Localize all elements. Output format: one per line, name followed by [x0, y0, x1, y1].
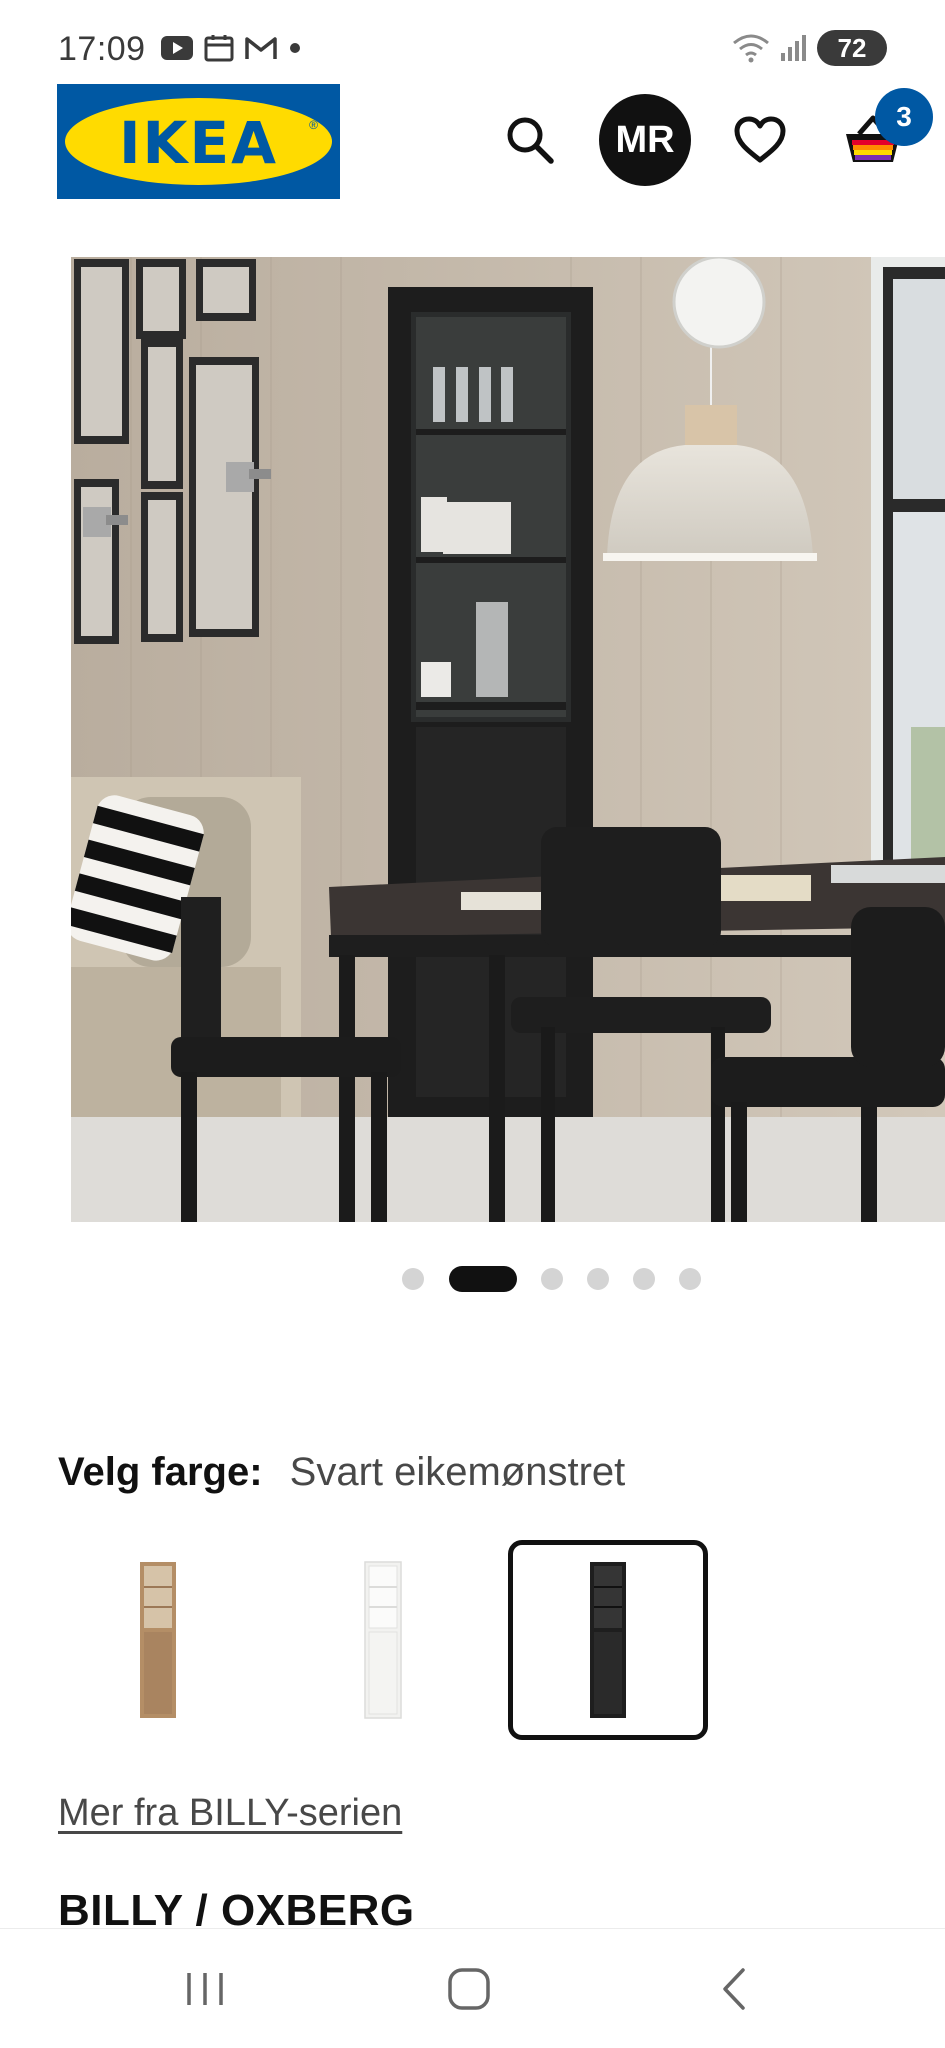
home-icon — [448, 1968, 490, 2010]
cart-count-badge: 3 — [875, 88, 933, 146]
color-option-black[interactable] — [508, 1540, 708, 1740]
app-header: IKEA ® MR 3 — [0, 80, 945, 210]
dining-room-photo — [71, 257, 945, 1222]
color-option-oak[interactable] — [58, 1540, 258, 1740]
color-selector-heading: Velg farge: Svart eikemønstret — [58, 1448, 625, 1496]
carousel-dot[interactable] — [587, 1268, 609, 1290]
ikea-logo[interactable]: IKEA ® — [57, 84, 340, 199]
calendar-icon — [204, 35, 234, 62]
bookcase-white-thumbnail — [364, 1561, 402, 1719]
avatar: MR — [599, 94, 691, 186]
wifi-icon — [733, 34, 769, 63]
carousel-dot[interactable] — [679, 1268, 701, 1290]
selected-color-value: Svart eikemønstret — [289, 1450, 626, 1494]
carousel-dot-active[interactable] — [449, 1266, 517, 1292]
cart-button[interactable]: 3 — [827, 88, 933, 186]
notification-icons — [160, 34, 302, 62]
status-bar: 17:09 72 — [0, 0, 945, 80]
series-link[interactable]: Mer fra BILLY-serien — [58, 1792, 402, 1835]
home-button[interactable] — [429, 1959, 509, 2019]
color-label: Velg farge: — [58, 1450, 263, 1494]
search-button[interactable] — [484, 94, 576, 186]
favorites-button[interactable] — [714, 94, 806, 186]
bookcase-black-thumbnail — [590, 1562, 626, 1718]
search-icon — [507, 117, 554, 164]
system-icons: 72 — [731, 30, 887, 66]
logo-registered-mark: ® — [309, 118, 318, 132]
logo-text: IKEA — [118, 109, 279, 177]
back-icon — [723, 1968, 745, 2010]
heart-icon — [734, 116, 786, 163]
profile-button[interactable]: MR — [599, 94, 691, 186]
recents-icon — [187, 1973, 223, 2005]
color-option-white[interactable] — [283, 1540, 483, 1740]
dot-icon — [290, 43, 300, 53]
carousel-dot[interactable] — [402, 1268, 424, 1290]
signal-icon — [781, 35, 806, 61]
recents-button[interactable] — [165, 1959, 245, 2019]
battery-icon: 72 — [817, 30, 887, 66]
gmail-icon — [245, 37, 277, 59]
status-time: 17:09 — [58, 30, 146, 68]
carousel-dot[interactable] — [633, 1268, 655, 1290]
carousel-dot[interactable] — [541, 1268, 563, 1290]
back-button[interactable] — [694, 1959, 774, 2019]
product-image[interactable] — [71, 257, 945, 1222]
system-navigation-bar — [0, 1928, 945, 2048]
bookcase-oak-thumbnail — [140, 1562, 176, 1718]
carousel-indicator — [0, 1266, 945, 1292]
youtube-icon — [161, 36, 193, 60]
